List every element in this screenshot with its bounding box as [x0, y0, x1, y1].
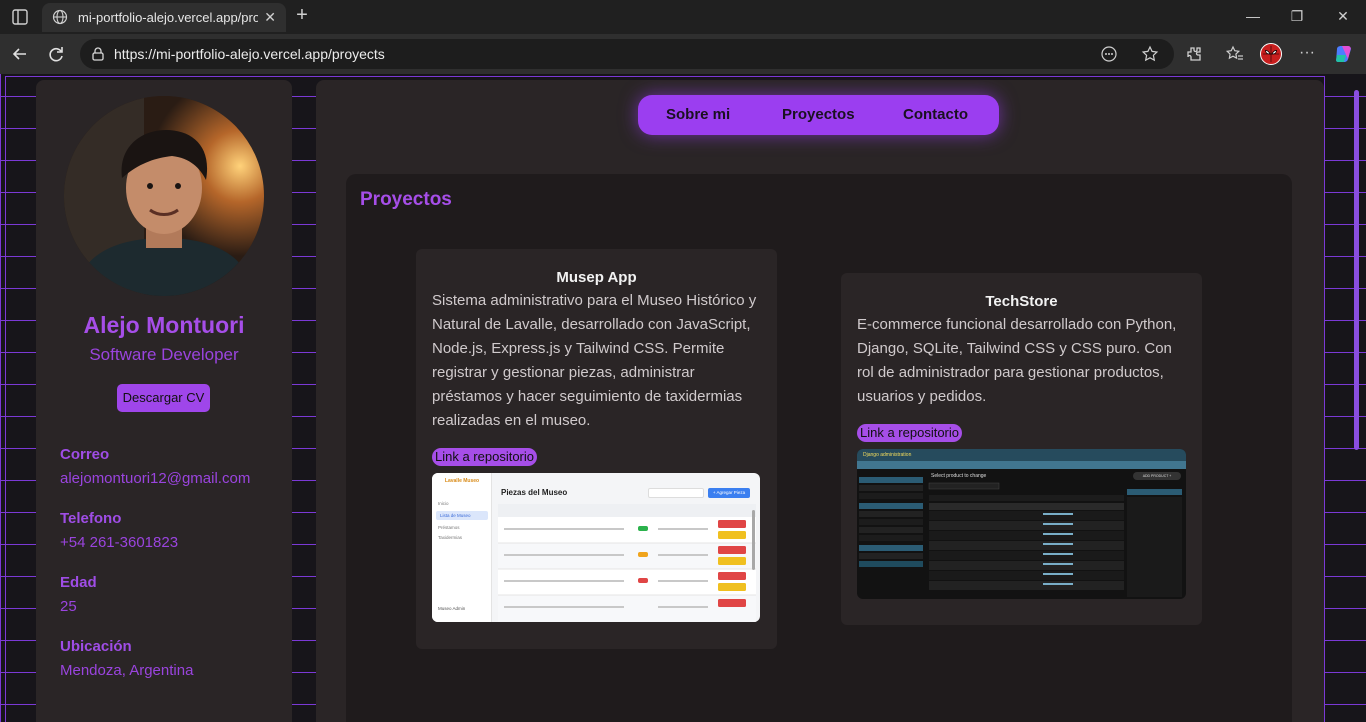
project-card-musep: Musep App Sistema administrativo para el… — [416, 249, 777, 649]
page-viewport: Alejo Montuori Software Developer Descar… — [0, 74, 1366, 722]
download-cv-button[interactable]: Descargar CV — [117, 384, 210, 412]
extensions-icon[interactable] — [1184, 44, 1204, 64]
copilot-icon[interactable] — [1333, 43, 1355, 65]
globe-icon — [52, 9, 68, 25]
restore-icon[interactable]: ❐ — [1288, 7, 1306, 25]
page-scrollbar[interactable] — [1354, 90, 1359, 450]
tab-title: mi-portfolio-alejo.vercel.app/proy — [78, 10, 258, 25]
project-screenshot: Django administration Select product to … — [857, 449, 1186, 599]
nav-link-contact[interactable]: Contacto — [903, 106, 968, 123]
top-nav: Sobre mi Proyectos Contacto — [638, 95, 999, 135]
preview-menu-item: Inicio — [438, 501, 449, 506]
project-screenshot: Lavalle Museo Inicio Lista de Museo Prés… — [432, 473, 760, 622]
project-title: Musep App — [556, 269, 637, 286]
address-bar[interactable]: https://mi-portfolio-alejo.vercel.app/pr… — [80, 39, 1174, 69]
profile-photo-illustration — [64, 96, 264, 296]
preview-breadcrumbs — [857, 461, 1186, 469]
preview-menu-item: Préstamos — [438, 525, 460, 530]
new-tab-icon[interactable]: + — [292, 5, 312, 25]
frame-line — [5, 76, 6, 722]
age-value: 25 — [60, 598, 77, 615]
preview-add-button: + Agregar Pieza — [708, 488, 750, 498]
browser-tab[interactable]: mi-portfolio-alejo.vercel.app/proy ✕ — [42, 3, 286, 32]
frame-line — [1324, 76, 1325, 722]
preview-user: Museo Admin — [438, 606, 466, 611]
location-label: Ubicación — [60, 638, 132, 655]
frame-line — [5, 76, 1325, 77]
repository-link[interactable]: Link a repositorio — [857, 424, 962, 442]
preview-menu-item: Taxidermias — [438, 535, 463, 540]
repository-link[interactable]: Link a repositorio — [432, 448, 537, 466]
reload-icon[interactable] — [46, 44, 66, 64]
back-icon[interactable] — [10, 44, 30, 64]
reader-more-icon[interactable] — [1100, 45, 1118, 63]
preview-heading: Piezas del Museo — [501, 488, 568, 497]
sidebar-toggle-icon[interactable] — [10, 7, 30, 27]
preview-menu-item: Lista de Museo — [436, 511, 488, 520]
project-description: Sistema administrativo para el Museo His… — [432, 292, 757, 429]
favorite-star-icon[interactable] — [1141, 45, 1159, 63]
email-label: Correo — [60, 446, 110, 463]
main-content: Sobre mi Proyectos Contacto Proyectos Mu… — [316, 80, 1324, 722]
browser-tabbar: mi-portfolio-alejo.vercel.app/proy ✕ + —… — [0, 0, 1366, 34]
projects-heading: Proyectos — [360, 189, 452, 210]
close-window-icon[interactable]: ✕ — [1334, 7, 1352, 25]
profile-avatar[interactable] — [1260, 43, 1282, 65]
favorites-icon[interactable] — [1225, 44, 1245, 64]
preview-search — [648, 488, 704, 498]
project-description: E-commerce funcional desarrollado con Py… — [857, 316, 1177, 405]
preview-logo: Lavalle Museo — [444, 478, 480, 484]
email-value[interactable]: alejomontuori12@gmail.com — [60, 470, 250, 487]
minimize-icon[interactable]: — — [1244, 7, 1262, 25]
nav-link-projects[interactable]: Proyectos — [782, 106, 855, 123]
project-title: TechStore — [985, 293, 1058, 310]
url-text: https://mi-portfolio-alejo.vercel.app/pr… — [114, 46, 385, 62]
spiderman-icon — [1262, 45, 1280, 63]
projects-section: Proyectos Musep App Sistema administrati… — [346, 174, 1292, 722]
age-label: Edad — [60, 574, 97, 591]
profile-role: Software Developer — [89, 345, 239, 364]
more-menu-icon[interactable]: ··· — [1297, 44, 1317, 64]
phone-label: Telefono — [60, 510, 122, 527]
profile-name: Alejo Montuori — [83, 312, 245, 338]
preview-admin-body — [859, 477, 1182, 597]
lock-icon[interactable] — [90, 46, 106, 62]
location-value: Mendoza, Argentina — [60, 662, 194, 679]
profile-photo — [64, 96, 264, 296]
project-card-techstore: TechStore E-commerce funcional desarroll… — [841, 273, 1202, 625]
phone-value: +54 261-3601823 — [60, 534, 179, 551]
nav-link-about[interactable]: Sobre mi — [666, 106, 730, 123]
browser-toolbar: https://mi-portfolio-alejo.vercel.app/pr… — [0, 34, 1366, 74]
preview-sidebar: Lavalle Museo Inicio Lista de Museo Prés… — [432, 473, 492, 622]
preview-table — [498, 504, 756, 622]
preview-header: Django administration — [857, 449, 1186, 461]
close-tab-icon[interactable]: ✕ — [264, 9, 276, 26]
profile-sidebar: Alejo Montuori Software Developer Descar… — [36, 80, 292, 722]
